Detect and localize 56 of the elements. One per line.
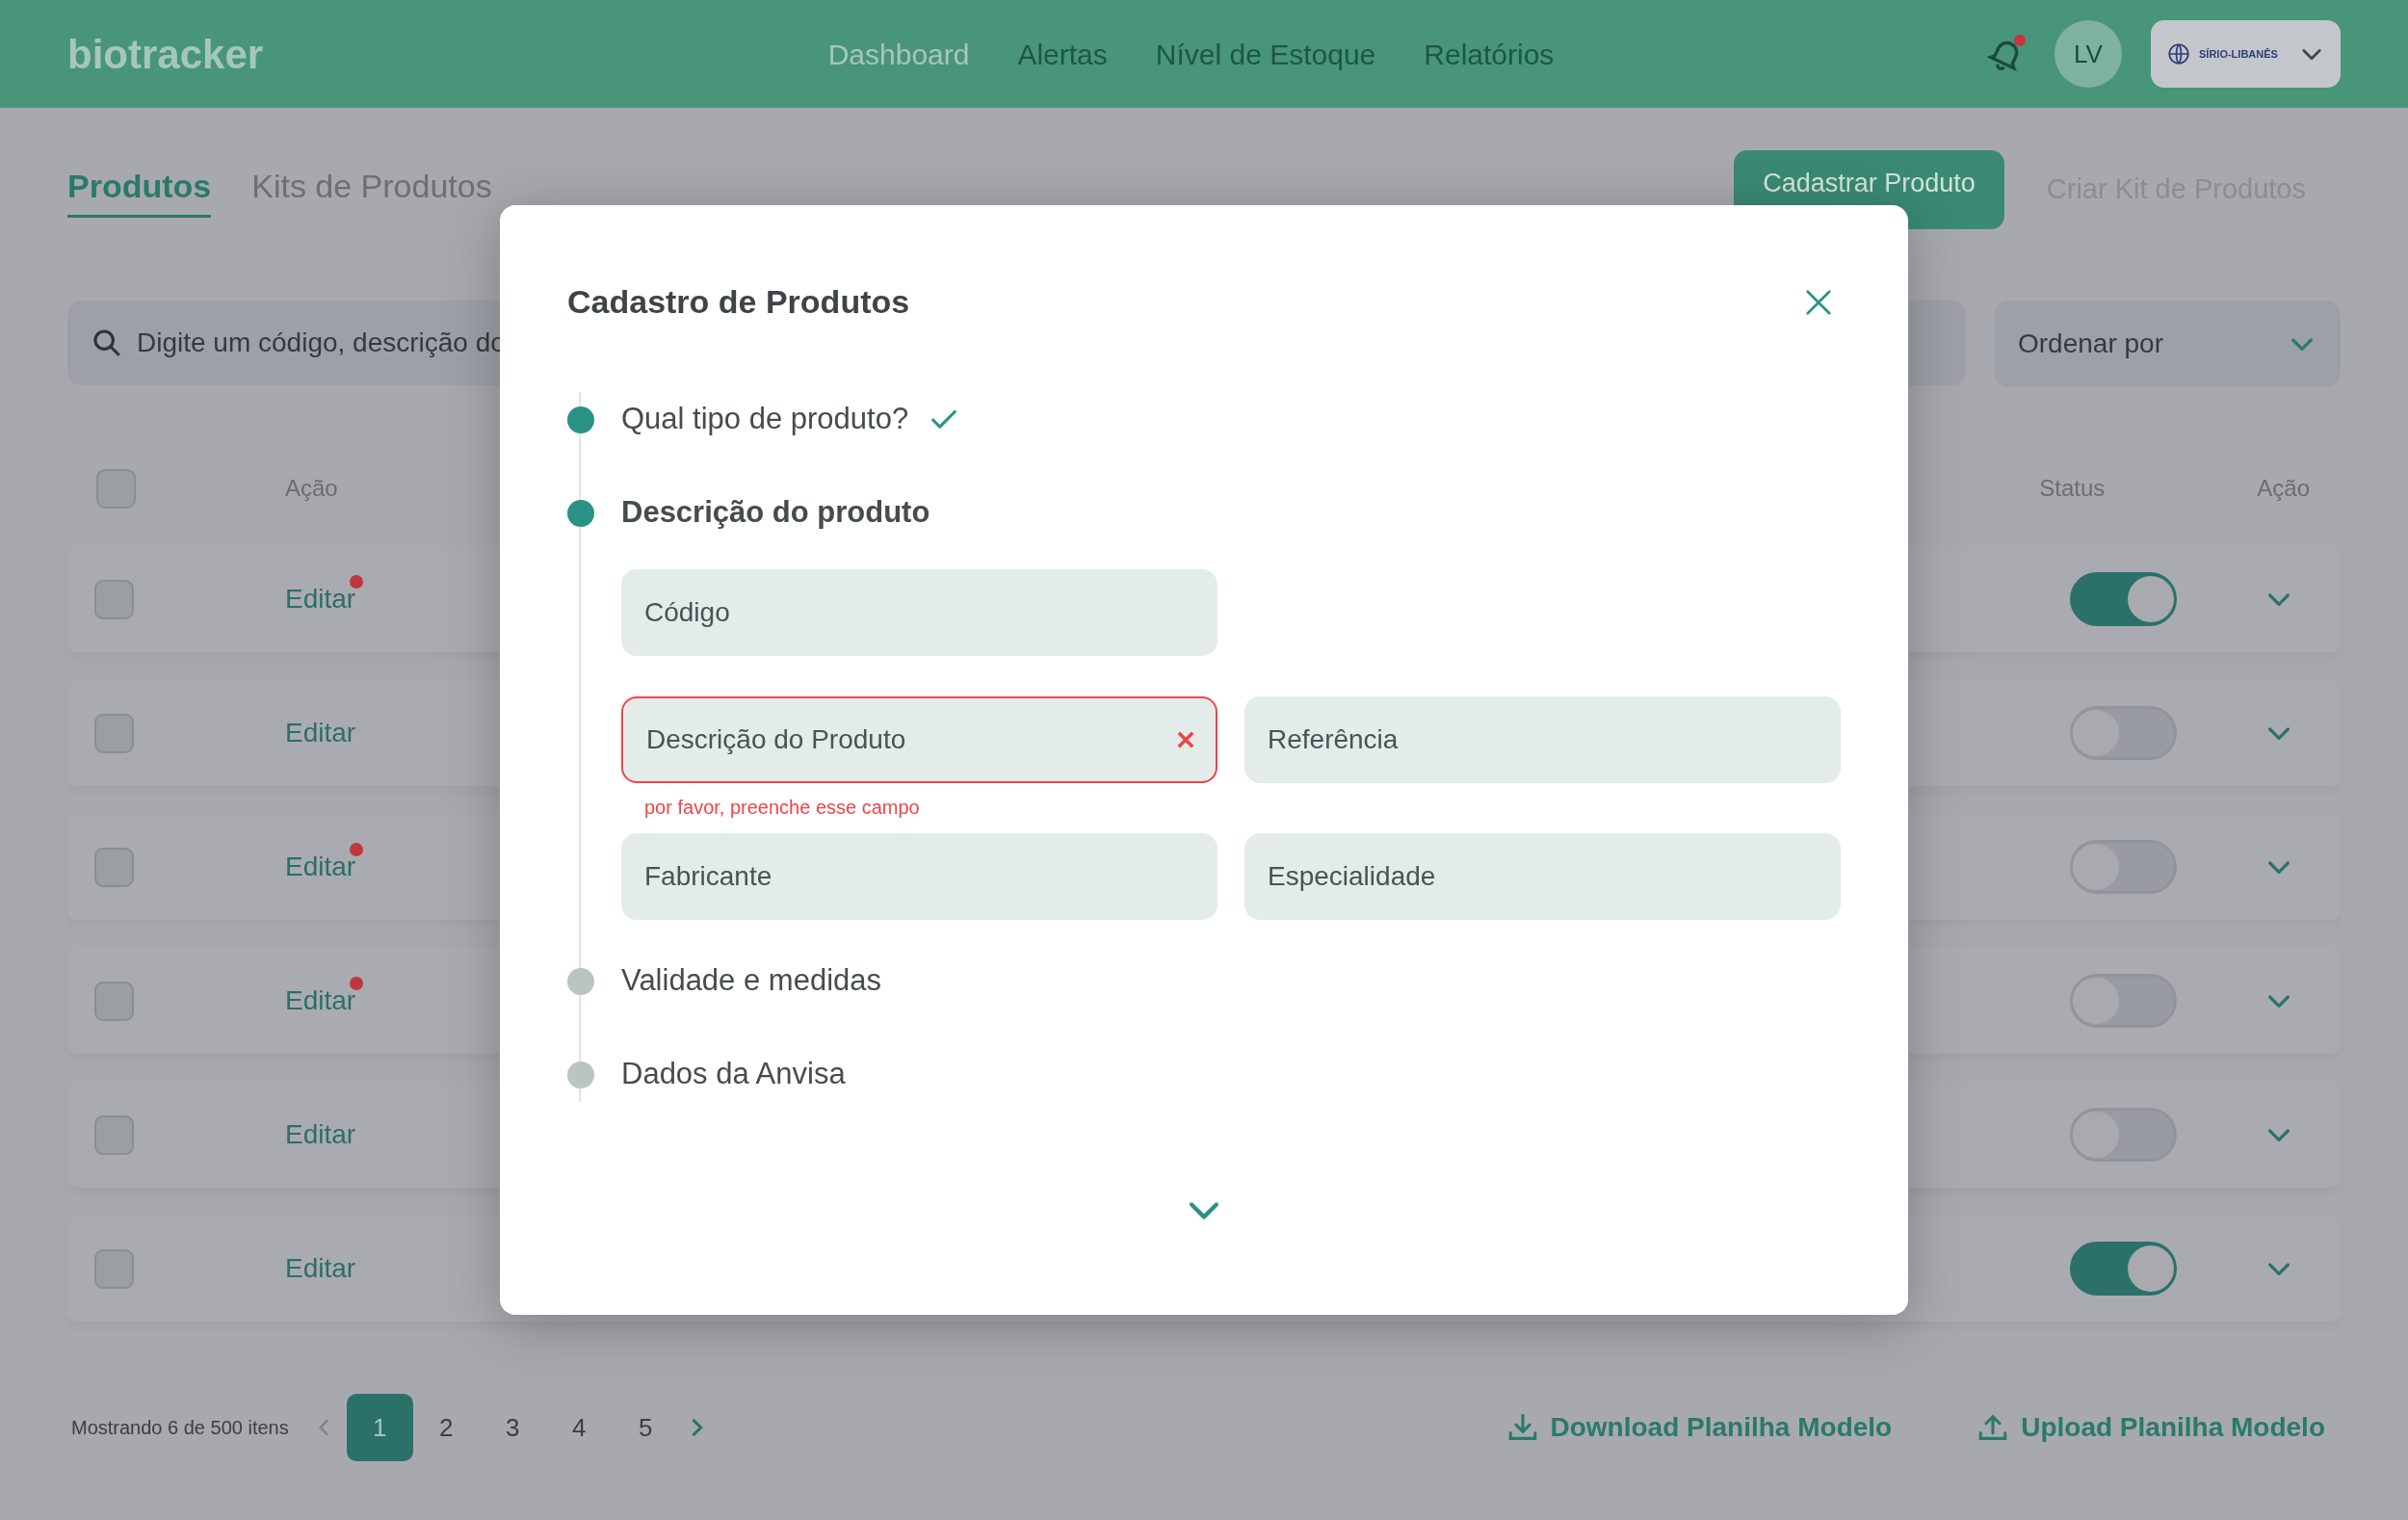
edit-link[interactable]: Editar bbox=[285, 847, 356, 887]
step-title: Descrição do produto bbox=[621, 494, 930, 532]
row-checkbox[interactable] bbox=[94, 579, 134, 619]
search-icon bbox=[91, 327, 123, 359]
status-toggle[interactable] bbox=[2070, 974, 2177, 1028]
text-field[interactable]: Descrição do Produto bbox=[621, 696, 1217, 783]
column-header: Ação bbox=[285, 474, 338, 503]
page-button[interactable]: 4 bbox=[545, 1394, 613, 1461]
sort-dropdown[interactable]: Ordenar por bbox=[1995, 301, 2341, 387]
row-checkbox[interactable] bbox=[94, 713, 134, 753]
row-checkbox[interactable] bbox=[94, 1248, 134, 1289]
tab[interactable]: Produtos bbox=[67, 162, 212, 218]
nav-link[interactable]: Alertas bbox=[1017, 32, 1108, 76]
status-toggle[interactable] bbox=[2070, 572, 2177, 626]
edit-link[interactable]: Editar bbox=[285, 1114, 356, 1155]
step-title: Qual tipo de produto? bbox=[621, 401, 909, 438]
pagination-summary: Mostrando 6 de 500 itens bbox=[71, 1416, 289, 1440]
tab[interactable]: Kits de Produtos bbox=[251, 162, 492, 218]
column-header: Ação bbox=[2257, 474, 2310, 503]
logo: biotracker bbox=[67, 30, 265, 79]
edit-link[interactable]: Editar bbox=[285, 713, 356, 753]
step-title: Dados da Anvisa bbox=[621, 1056, 846, 1093]
text-field[interactable]: Código bbox=[621, 569, 1217, 656]
text-field[interactable]: Especialidade bbox=[1244, 833, 1841, 920]
status-toggle[interactable] bbox=[2070, 706, 2177, 760]
modal-title: Cadastro de Produtos bbox=[567, 282, 910, 322]
page-button[interactable]: 5 bbox=[612, 1394, 679, 1461]
close-icon[interactable] bbox=[1804, 287, 1833, 317]
nav-link[interactable]: Dashboard bbox=[827, 32, 970, 76]
status-toggle[interactable] bbox=[2070, 1242, 2177, 1296]
row-checkbox[interactable] bbox=[94, 1114, 134, 1155]
avatar[interactable]: LV bbox=[2055, 20, 2122, 88]
status-toggle[interactable] bbox=[2070, 1108, 2177, 1162]
column-header: Status bbox=[2039, 474, 2106, 503]
nav-link[interactable]: Nível de Estoque bbox=[1155, 32, 1376, 76]
page-button[interactable]: 1 bbox=[346, 1394, 413, 1461]
upload-link[interactable]: Upload Planilha Modelo bbox=[1976, 1407, 2325, 1448]
text-field[interactable]: Fabricante bbox=[621, 833, 1217, 920]
edit-link[interactable]: Editar bbox=[285, 579, 356, 619]
nav-link[interactable]: Relatórios bbox=[1424, 32, 1555, 76]
text-field[interactable]: Referência bbox=[1244, 696, 1841, 783]
page-button[interactable]: 3 bbox=[479, 1394, 546, 1461]
globe-icon bbox=[2166, 41, 2191, 66]
download-link[interactable]: Download Planilha Modelo bbox=[1505, 1407, 1893, 1448]
edit-link[interactable]: Editar bbox=[285, 981, 356, 1021]
row-checkbox[interactable] bbox=[94, 981, 134, 1021]
error-icon[interactable] bbox=[1177, 731, 1194, 748]
error-message: por favor, preenche esse campo bbox=[644, 796, 921, 820]
notification-button[interactable] bbox=[1987, 35, 2026, 73]
page-button[interactable]: 2 bbox=[412, 1394, 480, 1461]
organization-selector[interactable]: SÍRIO-LIBANÊS bbox=[2151, 20, 2341, 88]
status-toggle[interactable] bbox=[2070, 840, 2177, 894]
step-title: Validade e medidas bbox=[621, 962, 881, 1000]
edit-link[interactable]: Editar bbox=[285, 1248, 356, 1289]
row-checkbox[interactable] bbox=[94, 847, 134, 887]
select-all-checkbox[interactable] bbox=[96, 468, 136, 509]
